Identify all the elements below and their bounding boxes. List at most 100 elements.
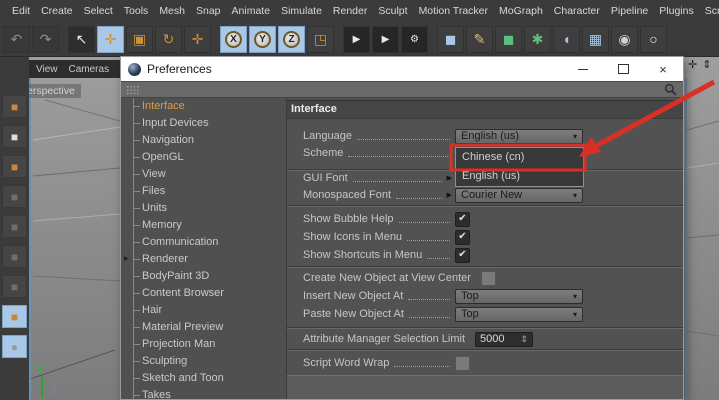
sidebar-item-sculpting[interactable]: Sculpting [121, 353, 286, 370]
z-axis-lock-button[interactable]: Z [278, 26, 305, 53]
search-icon[interactable] [664, 83, 677, 96]
sidebar-item-navigation[interactable]: Navigation [121, 132, 286, 149]
language-dropdown[interactable]: English (us)▾ [455, 129, 583, 144]
menu-item-snap[interactable]: Snap [194, 5, 223, 17]
sidebar-item-interface[interactable]: Interface [121, 98, 286, 115]
language-row: Language English (us)▾ [303, 128, 583, 144]
camera-icon[interactable]: ◉ [611, 26, 638, 53]
monospaced-font-dropdown[interactable]: Courier New▾ [455, 188, 583, 203]
x-axis-lock-button[interactable]: X [220, 26, 247, 53]
render-settings-icon[interactable]: ⚙ [401, 26, 428, 53]
paste-new-object-dropdown[interactable]: Top▾ [455, 307, 583, 322]
spinner-arrows-icon[interactable]: ⇕ [520, 334, 528, 345]
scale-tool-icon[interactable]: ▣ [126, 26, 153, 53]
sidebar-item-files[interactable]: Files [121, 183, 286, 200]
points-mode-icon[interactable]: ■ [2, 215, 27, 238]
sidebar-item-projection-man[interactable]: Projection Man [121, 336, 286, 353]
menu-item-motion-tracker[interactable]: Motion Tracker [417, 5, 490, 17]
enable-axis-icon[interactable]: ■ [2, 305, 27, 328]
sidebar-item-content-browser[interactable]: Content Browser [121, 285, 286, 302]
maximize-icon [618, 64, 629, 74]
sidebar-item-opengl[interactable]: OpenGL [121, 149, 286, 166]
sidebar-item-memory[interactable]: Memory [121, 217, 286, 234]
generators-icon[interactable]: ◼ [495, 26, 522, 53]
show-bubble-help-checkbox[interactable]: ✔ [455, 212, 470, 227]
sidebar-item-takes[interactable]: Takes [121, 387, 286, 399]
minimize-button[interactable] [563, 57, 603, 81]
script-word-wrap-row: Script Word Wrap [303, 355, 583, 371]
menu-item-edit[interactable]: Edit [10, 5, 32, 17]
edges-mode-icon[interactable]: ■ [2, 245, 27, 268]
sidebar-item-sketch-and-toon[interactable]: Sketch and Toon [121, 370, 286, 387]
menu-item-sculpt[interactable]: Sculpt [376, 5, 409, 17]
menu-item-tools[interactable]: Tools [122, 5, 151, 17]
render-view-icon[interactable]: ▶ [343, 26, 370, 53]
monospaced-font-row: Monospaced Font ▶ Courier New▾ [303, 187, 583, 203]
environment-icon[interactable]: ▦ [582, 26, 609, 53]
menu-item-simulate[interactable]: Simulate [279, 5, 324, 17]
scheme-label: Scheme [303, 147, 343, 159]
attribute-limit-spinner[interactable]: 5000⇕ [475, 332, 533, 347]
preferences-title-bar[interactable]: Preferences × [121, 57, 683, 81]
last-tool-icon[interactable]: ✛ [184, 26, 211, 53]
sidebar-item-input-devices[interactable]: Input Devices [121, 115, 286, 132]
menu-item-select[interactable]: Select [82, 5, 115, 17]
menu-item-render[interactable]: Render [331, 5, 369, 17]
menu-item-mograph[interactable]: MoGraph [497, 5, 545, 17]
zoom-view-icon[interactable]: ⇕ [702, 58, 711, 71]
y-axis-lock-button[interactable]: Y [249, 26, 276, 53]
modifiers-icon[interactable]: ✱ [524, 26, 551, 53]
add-primitive-icon[interactable]: ◼ [437, 26, 464, 53]
light-icon[interactable]: ○ [640, 26, 667, 53]
sidebar-item-renderer[interactable]: ▶Renderer [121, 251, 286, 268]
move-tool-icon[interactable]: ✛ [97, 26, 124, 53]
menu-item-create[interactable]: Create [39, 5, 75, 17]
viewport-menu-cameras[interactable]: Cameras [67, 64, 112, 75]
rotate-tool-icon[interactable]: ↻ [155, 26, 182, 53]
redo-icon[interactable]: ↷ [32, 26, 59, 53]
deformers-icon[interactable]: ◖ [553, 26, 580, 53]
create-new-object-checkbox[interactable] [481, 271, 496, 286]
menu-item-pipeline[interactable]: Pipeline [609, 5, 650, 17]
pan-view-icon[interactable]: ✛ [688, 58, 697, 71]
live-selection-icon[interactable]: ↖ [68, 26, 95, 53]
create-new-object-row: Create New Object at View Center [303, 270, 583, 286]
dots-leader [408, 298, 450, 300]
close-button[interactable]: × [643, 57, 683, 81]
workplane-mode-icon[interactable]: ■ [2, 185, 27, 208]
show-shortcuts-in-menu-checkbox[interactable]: ✔ [455, 248, 470, 263]
menu-item-plugins[interactable]: Plugins [657, 5, 695, 17]
insert-new-object-dropdown[interactable]: Top▾ [455, 289, 583, 304]
close-icon: × [659, 62, 667, 77]
undo-icon[interactable]: ↶ [3, 26, 30, 53]
expand-arrow-icon[interactable]: ▶ [124, 251, 129, 268]
sidebar-item-bodypaint-3d[interactable]: BodyPaint 3D [121, 268, 286, 285]
texture-mode-icon[interactable]: ■ [2, 155, 27, 178]
sidebar-item-material-preview[interactable]: Material Preview [121, 319, 286, 336]
sidebar-item-units[interactable]: Units [121, 200, 286, 217]
sidebar-item-hair[interactable]: Hair [121, 302, 286, 319]
coordinate-system-icon[interactable]: ◳ [307, 26, 334, 53]
minimize-icon [578, 69, 588, 70]
viewport-menu-view[interactable]: View [34, 64, 60, 75]
sidebar-item-communication[interactable]: Communication [121, 234, 286, 251]
make-editable-icon[interactable]: ■ [2, 95, 27, 118]
viewport-filter-icon[interactable]: ● [2, 335, 27, 358]
language-dropdown-open-list: Chinese (cn) English (us) [455, 147, 584, 187]
menu-item-animate[interactable]: Animate [230, 5, 273, 17]
menu-item-script[interactable]: Script [703, 5, 719, 17]
dots-leader [407, 239, 450, 241]
show-icons-in-menu-checkbox[interactable]: ✔ [455, 230, 470, 245]
dropdown-option-english-us[interactable]: English (us) [456, 167, 583, 186]
menu-item-character[interactable]: Character [552, 5, 602, 17]
dropdown-option-chinese-cn[interactable]: Chinese (cn) [456, 148, 583, 167]
drag-grip-icon[interactable] [126, 85, 140, 95]
maximize-button[interactable] [603, 57, 643, 81]
render-picture-viewer-icon[interactable]: ▶ [372, 26, 399, 53]
script-word-wrap-checkbox[interactable] [455, 356, 470, 371]
model-mode-icon[interactable]: ■ [2, 125, 27, 148]
sidebar-item-view[interactable]: View [121, 166, 286, 183]
menu-item-mesh[interactable]: Mesh [157, 5, 187, 17]
polygons-mode-icon[interactable]: ■ [2, 275, 27, 298]
spline-pen-icon[interactable]: ✎ [466, 26, 493, 53]
